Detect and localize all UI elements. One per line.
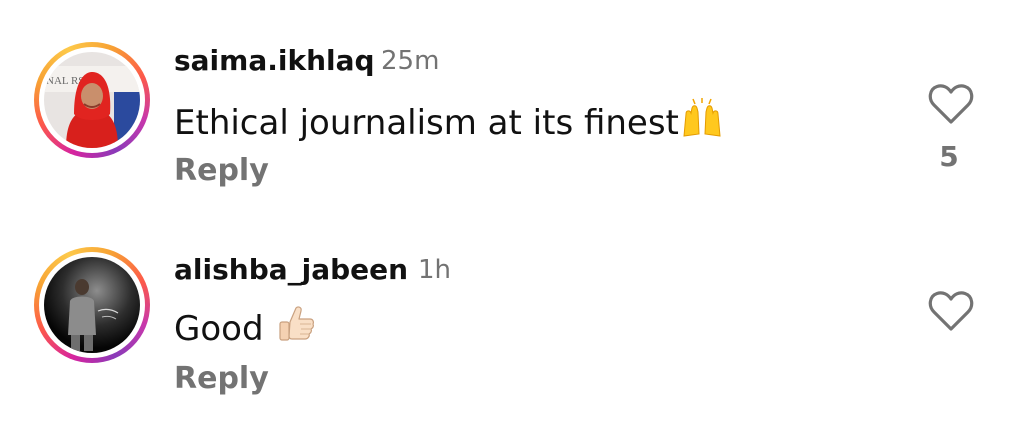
avatar-ring-gap: NAL RST (39, 47, 145, 153)
comment-text: Ethical journalism at its finest (174, 98, 723, 148)
avatar-ring-gap (39, 252, 145, 358)
avatar[interactable]: NAL RST (44, 52, 140, 148)
raising-hands-emoji (681, 98, 723, 148)
comment-item: alishba_jabeen 1h Good Reply (0, 210, 1024, 420)
avatar-image: NAL RST (44, 52, 140, 148)
heart-outline-icon[interactable] (928, 83, 974, 125)
reply-button[interactable]: Reply (174, 153, 269, 189)
thumbs-up-emoji (276, 304, 316, 354)
like-count: 5 (939, 140, 959, 173)
avatar-image (44, 257, 140, 353)
story-ring[interactable] (34, 247, 150, 363)
comment-username[interactable]: saima.ikhlaq (174, 44, 375, 78)
avatar[interactable] (44, 257, 140, 353)
story-ring[interactable]: NAL RST (34, 42, 150, 158)
comment-text-content: Ethical journalism at its finest (174, 103, 679, 143)
comment-timestamp: 1h (418, 255, 452, 285)
comment-item: NAL RST saima.ikhlaq 25m Ethical journal… (0, 0, 1024, 210)
heart-outline-icon[interactable] (928, 290, 974, 332)
comment-text-content: Good (174, 309, 275, 349)
comment-text: Good (174, 304, 316, 354)
comment-timestamp: 25m (381, 46, 440, 76)
comment-username[interactable]: alishba_jabeen (174, 253, 408, 287)
reply-button[interactable]: Reply (174, 361, 269, 397)
